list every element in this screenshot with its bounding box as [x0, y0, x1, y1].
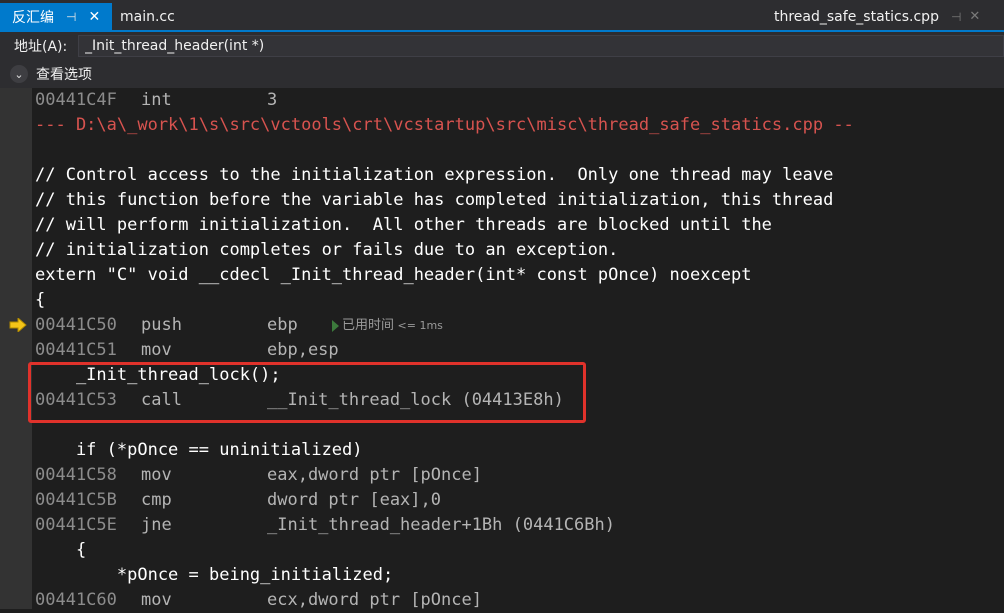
disassembly-view[interactable]: 00441C4F int 3 --- D:\a\_work\1\s\src\vctoo…	[35, 88, 1004, 610]
source-file-line[interactable]: --- D:\a\_work\1\s\src\vctools\crt\vcsta…	[35, 113, 854, 138]
instruction-pointer-icon	[9, 318, 27, 332]
asm-operands: ecx,dword ptr [pOnce]	[267, 590, 482, 610]
asm-address: 00441C60	[35, 590, 117, 610]
view-options-bar: ⌄ 查看选项	[0, 60, 1004, 88]
asm-operands: ebp,esp	[267, 340, 339, 360]
pin-icon[interactable]: ⊣	[66, 10, 76, 24]
asm-address: 00441C51	[35, 340, 117, 360]
tab-thread-safe-statics-label: thread_safe_statics.cpp	[774, 8, 939, 25]
address-label: 地址(A):	[14, 39, 68, 55]
source-code-line[interactable]: // will perform initialization. All othe…	[35, 213, 772, 238]
source-code-line[interactable]: // this function before the variable has…	[35, 188, 833, 213]
annotation-highlight-box	[28, 362, 586, 423]
source-code-line[interactable]: // Control access to the initialization …	[35, 163, 833, 188]
asm-opcode: mov	[141, 590, 172, 610]
tab-main-cc-label: main.cc	[120, 8, 175, 25]
asm-opcode: push	[141, 315, 182, 335]
asm-address: 00441C5B	[35, 490, 117, 510]
asm-address: 00441C58	[35, 465, 117, 485]
source-code-line[interactable]: // initialization completes or fails due…	[35, 238, 618, 263]
asm-opcode: mov	[141, 340, 172, 360]
close-icon[interactable]: ✕	[88, 9, 100, 25]
asm-opcode: jne	[141, 515, 172, 535]
close-icon[interactable]: ✕	[969, 9, 980, 24]
source-code-line[interactable]: *pOnce = being_initialized;	[35, 563, 393, 588]
view-options-label[interactable]: 查看选项	[36, 64, 92, 84]
elapsed-value: <= 1ms	[394, 319, 443, 332]
source-code-line[interactable]: {	[35, 538, 86, 563]
source-code-line[interactable]: extern "C" void __cdecl _Init_thread_hea…	[35, 263, 751, 288]
tab-thread-safe-statics[interactable]: thread_safe_statics.cpp ⊣ ✕	[768, 3, 1004, 30]
asm-operands: dword ptr [eax],0	[267, 490, 441, 510]
asm-operands: eax,dword ptr [pOnce]	[267, 465, 482, 485]
asm-address: 00441C50	[35, 315, 117, 335]
asm-operands: 3	[267, 90, 278, 110]
tab-main-cc[interactable]: main.cc	[120, 3, 175, 30]
address-bar: 地址(A):	[0, 32, 1004, 60]
chevron-down-icon[interactable]: ⌄	[10, 65, 28, 83]
asm-operands: _Init_thread_header+1Bh (0441C6Bh)	[267, 515, 615, 535]
document-tab-bar: 反汇编 ⊣ ✕ main.cc thread_safe_statics.cpp …	[0, 0, 1004, 32]
asm-address: 00441C5E	[35, 515, 117, 535]
elapsed-arrow-icon	[332, 319, 339, 332]
asm-address: 00441C4F	[35, 90, 117, 110]
asm-operands: ebp	[267, 315, 298, 335]
asm-opcode: cmp	[141, 490, 172, 510]
address-input[interactable]	[78, 35, 1004, 57]
asm-opcode: mov	[141, 465, 172, 485]
elapsed-time-hint: 已用时间 <= 1ms	[332, 313, 443, 338]
tab-disassembly[interactable]: 反汇编 ⊣ ✕	[0, 3, 112, 30]
source-code-line[interactable]: {	[35, 288, 45, 313]
pin-icon[interactable]: ⊣	[951, 10, 961, 24]
elapsed-prefix: 已用时间	[342, 318, 395, 333]
tab-disassembly-label: 反汇编	[12, 9, 54, 26]
indicator-margin[interactable]	[0, 88, 32, 609]
source-code-line[interactable]: if (*pOnce == uninitialized)	[35, 438, 363, 463]
asm-opcode: int	[141, 90, 172, 110]
